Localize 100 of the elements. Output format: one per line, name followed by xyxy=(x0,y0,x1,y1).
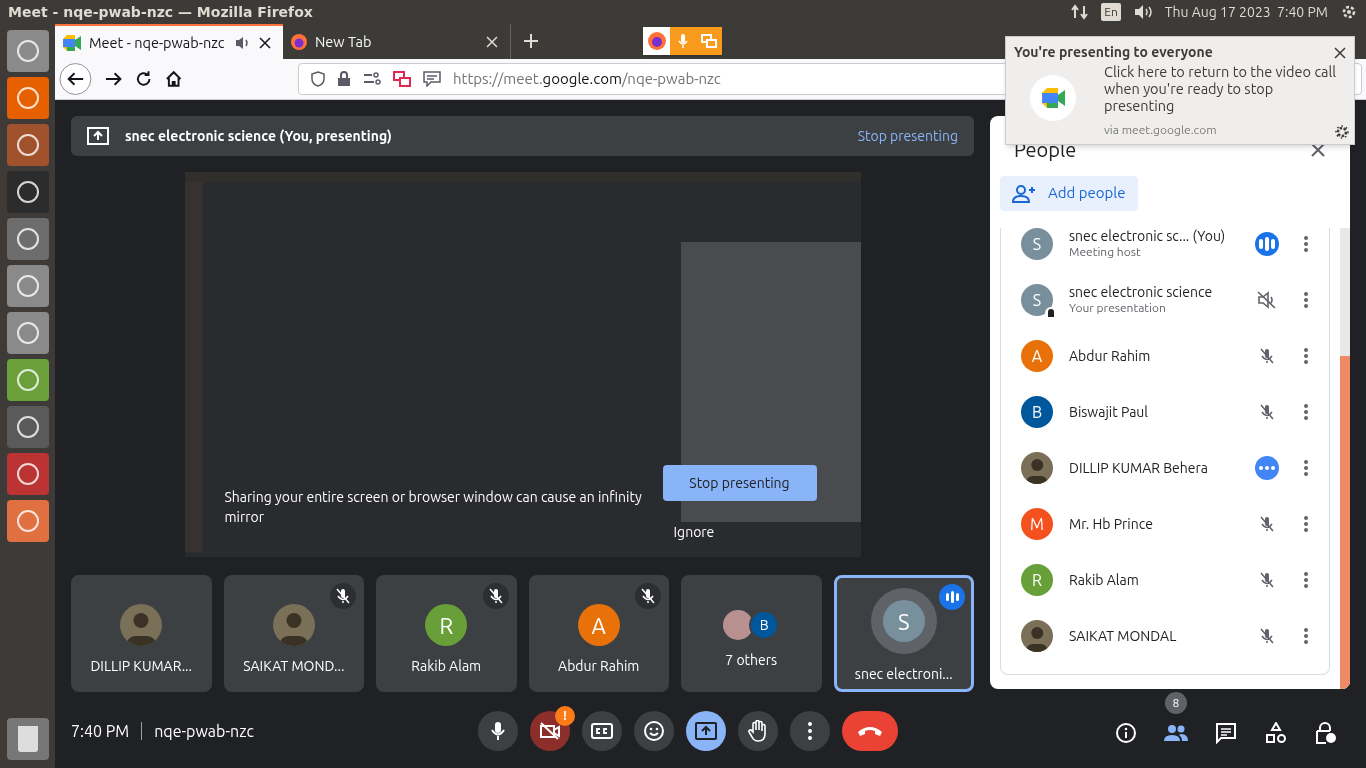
mic-button[interactable] xyxy=(477,711,518,751)
url-text[interactable]: https://meet.google.com/nqe-pwab-nzc xyxy=(452,67,721,91)
participant-name: Rakib Alam xyxy=(411,657,482,676)
notification-source: via meet.google.com xyxy=(1104,122,1217,138)
more-options-icon[interactable] xyxy=(1303,347,1309,365)
avatar: B xyxy=(749,610,780,640)
speaker-icon[interactable] xyxy=(235,35,251,50)
avatar: A xyxy=(577,604,620,646)
captions-button[interactable] xyxy=(581,711,622,751)
volume-icon[interactable] xyxy=(1132,4,1153,20)
participant-name: SAIKAT MOND... xyxy=(243,657,345,676)
participant-name: Abdur Rahim xyxy=(1069,348,1151,364)
participant-tile[interactable]: SAIKAT MOND... xyxy=(223,575,364,692)
more-options-icon[interactable] xyxy=(1303,235,1309,253)
screen-share-icon xyxy=(701,33,717,49)
close-icon[interactable] xyxy=(259,36,271,49)
emoji-button[interactable] xyxy=(633,711,674,751)
present-button[interactable] xyxy=(685,711,726,751)
leave-call-button[interactable] xyxy=(841,711,898,751)
keyboard-layout-indicator[interactable]: En xyxy=(1101,3,1121,21)
photo-placeholder xyxy=(120,604,163,646)
chat-icon xyxy=(1215,722,1237,744)
add-people-button[interactable]: Add people xyxy=(1000,176,1138,211)
infinity-mirror-warning: Sharing your entire screen or browser window can cause an infinity mirror xyxy=(224,488,643,527)
stop-presenting-link[interactable]: Stop presenting xyxy=(857,125,958,147)
avatar: A xyxy=(1021,340,1053,372)
participant-tile[interactable]: A Abdur Rahim xyxy=(528,575,669,692)
more-options-icon[interactable] xyxy=(1303,459,1309,477)
ignore-button[interactable]: Ignore xyxy=(673,522,715,543)
tab-title: New Tab xyxy=(315,31,372,52)
camera-button[interactable] xyxy=(529,711,570,751)
browser-tab[interactable]: Meet - nqe-pwab-nzc xyxy=(55,24,283,59)
close-icon[interactable] xyxy=(1310,142,1326,158)
participant-tile[interactable]: B 7 others xyxy=(681,575,822,692)
more-button[interactable] xyxy=(789,711,830,751)
more-options-icon[interactable] xyxy=(1303,571,1309,589)
captions-icon xyxy=(590,722,613,740)
power-icon[interactable] xyxy=(1340,3,1358,21)
participant-name: Abdur Rahim xyxy=(558,657,640,676)
back-icon[interactable] xyxy=(59,62,92,96)
permissions-icon[interactable] xyxy=(362,72,381,86)
participant-role: Your presentation xyxy=(1069,300,1167,316)
more-options-icon[interactable] xyxy=(1303,291,1309,309)
participant-name: snec electronic sc... (You) xyxy=(1069,228,1226,244)
add-person-icon xyxy=(1012,184,1036,203)
shield-icon[interactable] xyxy=(310,71,325,87)
sharing-indicator[interactable] xyxy=(643,27,722,55)
participant-name: SAIKAT MONDAL xyxy=(1069,628,1177,644)
close-icon[interactable] xyxy=(1334,46,1346,59)
hand-button[interactable] xyxy=(737,711,778,751)
people-icon xyxy=(1164,724,1188,742)
participant-name: Mr. Hb Prince xyxy=(1069,516,1153,532)
present-screen-icon xyxy=(694,722,717,740)
window-title: Meet - nqe-pwab-nzc — Mozilla Firefox xyxy=(8,2,313,22)
participant-role: Meeting host xyxy=(1069,244,1142,260)
shapes-icon xyxy=(1265,722,1287,744)
participant-name: 7 others xyxy=(725,651,778,670)
lock-icon[interactable] xyxy=(336,71,351,87)
more-options-icon xyxy=(806,721,813,741)
avatar: S xyxy=(882,600,925,642)
scrollbar-thumb[interactable] xyxy=(1340,356,1350,689)
screen-share-icon[interactable] xyxy=(392,71,411,87)
avatar: R xyxy=(425,604,468,646)
photo-placeholder xyxy=(1021,452,1053,484)
clock[interactable]: Thu Aug 17 2023 7:40 PM xyxy=(1164,1,1328,23)
avatar: S xyxy=(1021,228,1053,260)
participant-tile[interactable]: S snec electroni... xyxy=(833,575,974,692)
hang-up-icon xyxy=(856,725,883,737)
participant-name: Biswajit Paul xyxy=(1069,404,1149,420)
photo-placeholder xyxy=(272,604,315,646)
participant-tile[interactable]: DILLIP KUMAR... xyxy=(71,575,212,692)
participant-name: DILLIP KUMAR Behera xyxy=(1069,460,1208,476)
presenting-notification[interactable]: You're presenting to everyone Click here to return to the video call when you're ready to stop presenting via meet.google.com xyxy=(1005,36,1355,145)
more-options-icon[interactable] xyxy=(1303,515,1309,533)
participant-name: Rakib Alam xyxy=(1069,572,1139,588)
more-options-icon[interactable] xyxy=(1303,627,1309,645)
notification-title: You're presenting to everyone xyxy=(1014,43,1213,62)
avatar: S xyxy=(1021,284,1053,316)
microphone-icon xyxy=(678,33,688,49)
info-icon xyxy=(1115,722,1137,744)
chat-bubble-icon[interactable] xyxy=(422,71,441,87)
participant-name: snec electronic science xyxy=(1069,284,1213,300)
avatar: R xyxy=(1021,564,1053,596)
home-icon[interactable] xyxy=(164,70,182,88)
participant-name: snec electroni... xyxy=(854,665,953,684)
meeting-time: 7:40 PM xyxy=(71,722,143,740)
network-icon[interactable] xyxy=(1071,4,1090,20)
stop-presenting-button[interactable]: Stop presenting xyxy=(662,465,817,501)
avatar: M xyxy=(1021,508,1053,540)
participant-count-badge: 8 xyxy=(1165,692,1187,714)
microphone-icon xyxy=(490,721,505,741)
participant-tile[interactable]: R Rakib Alam xyxy=(376,575,517,692)
reload-icon[interactable] xyxy=(135,70,153,88)
more-options-icon[interactable] xyxy=(1303,403,1309,421)
warning-badge: ! xyxy=(554,706,575,726)
present-screen-icon xyxy=(87,127,109,145)
raised-hand-icon xyxy=(747,720,768,742)
new-tab-icon[interactable] xyxy=(523,33,539,49)
lock-person-icon xyxy=(1315,722,1337,744)
settings-icon[interactable] xyxy=(1334,124,1350,140)
